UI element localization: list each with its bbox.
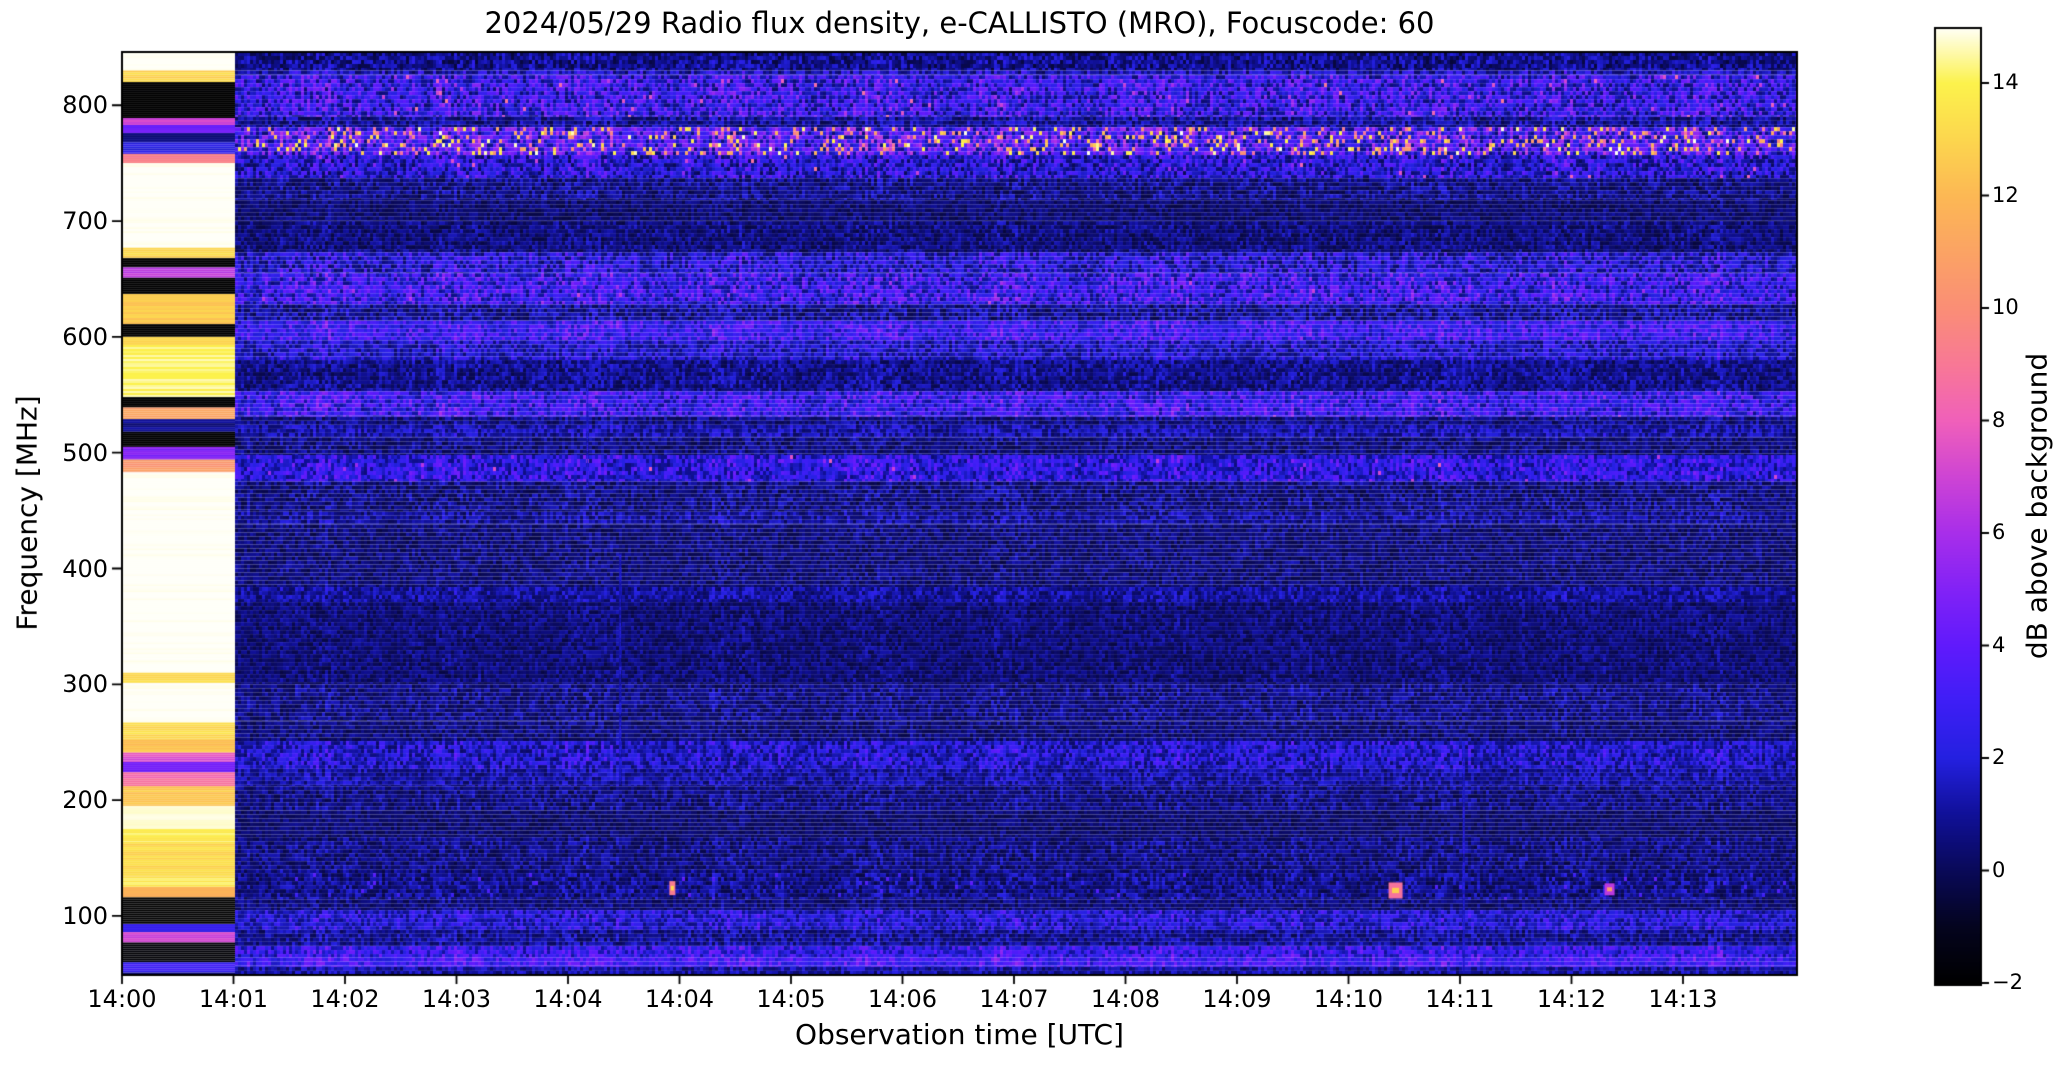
x-tick-label: 14:11 bbox=[1425, 985, 1495, 1013]
y-tick-label: 200 bbox=[62, 786, 108, 815]
colorbar-tick-label: 0 bbox=[1992, 857, 2006, 882]
x-tick-label: 14:02 bbox=[310, 985, 380, 1013]
x-tick-label: 14:08 bbox=[1090, 985, 1161, 1013]
spectrogram-heatmap bbox=[0, 0, 2066, 1067]
colorbar-label: dB above background bbox=[2020, 352, 2054, 660]
y-axis-label: Frequency [MHz] bbox=[10, 395, 44, 631]
colorbar-tick-label: 2 bbox=[1992, 745, 2006, 769]
colorbar-tick-label: −2 bbox=[1992, 970, 2023, 994]
x-tick-label: 14:04 bbox=[644, 985, 715, 1013]
colorbar-tick-label: 10 bbox=[1992, 295, 2019, 319]
x-tick-label: 14:07 bbox=[979, 985, 1049, 1013]
y-tick-label: 700 bbox=[62, 207, 108, 236]
y-tick-label: 300 bbox=[62, 670, 108, 699]
y-tick-label: 600 bbox=[62, 322, 108, 351]
figure: 2024/05/29 Radio flux density, e-CALLIST… bbox=[0, 0, 2066, 1067]
x-axis-label: Observation time [UTC] bbox=[795, 1018, 1124, 1051]
y-tick-label: 500 bbox=[62, 438, 108, 467]
y-tick-label: 400 bbox=[62, 554, 108, 583]
x-tick-label: 14:01 bbox=[198, 985, 269, 1013]
x-tick-label: 14:09 bbox=[1202, 985, 1272, 1013]
y-tick-label: 100 bbox=[62, 901, 108, 930]
x-tick-label: 14:10 bbox=[1313, 985, 1384, 1013]
colorbar-tick-label: 8 bbox=[1992, 407, 2006, 432]
colorbar-tick-label: 14 bbox=[1992, 70, 2019, 94]
x-tick-label: 14:00 bbox=[87, 985, 157, 1013]
y-tick-label: 800 bbox=[62, 91, 108, 120]
x-tick-label: 14:04 bbox=[533, 985, 603, 1013]
chart-title: 2024/05/29 Radio flux density, e-CALLIST… bbox=[484, 6, 1435, 40]
x-tick-label: 14:03 bbox=[421, 985, 492, 1013]
x-tick-label: 14:06 bbox=[867, 985, 938, 1013]
x-tick-label: 14:12 bbox=[1536, 985, 1607, 1013]
x-tick-label: 14:05 bbox=[756, 985, 826, 1013]
colorbar-tick-label: 12 bbox=[1992, 182, 2019, 207]
colorbar-tick-label: 4 bbox=[1992, 632, 2006, 657]
x-tick-label: 14:13 bbox=[1648, 985, 1718, 1013]
colorbar-tick-label: 6 bbox=[1992, 520, 2006, 544]
